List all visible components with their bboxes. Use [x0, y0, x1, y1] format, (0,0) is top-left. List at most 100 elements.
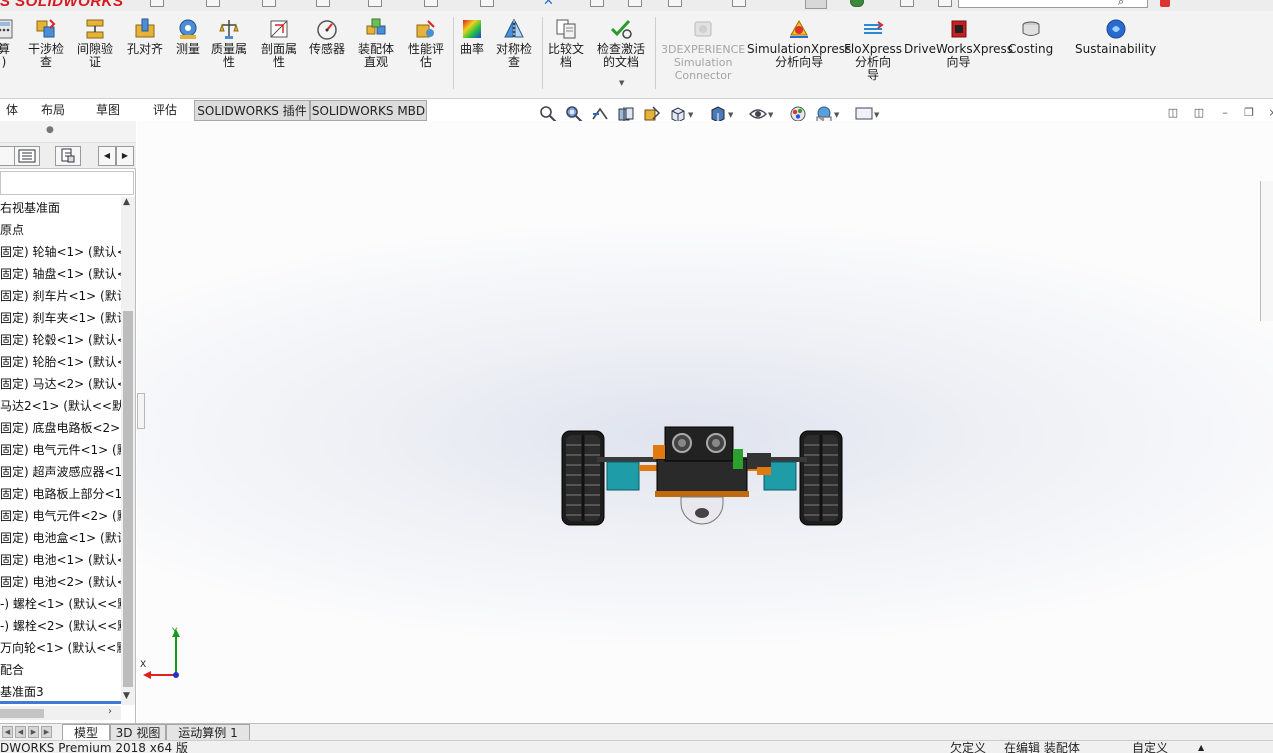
tree-item[interactable]: 万向轮<1> (默认<<默 [0, 637, 121, 659]
print-icon[interactable] [732, 0, 746, 7]
tree-item[interactable]: 右视基准面 [0, 197, 60, 219]
tree-item[interactable]: 固定) 电气元件<1> (默 [0, 439, 121, 461]
graphics-viewport[interactable]: Y X [137, 121, 1273, 723]
home-icon[interactable] [590, 0, 604, 7]
next-document-icon[interactable]: ◫ [1192, 106, 1206, 120]
simulationxpress-button[interactable]: SimulationXpress 分析向导 [747, 17, 851, 69]
tree-item[interactable]: 固定) 轮胎<1> (默认< [0, 351, 121, 373]
apply-scene-dropdown-icon[interactable]: ▼ [834, 111, 839, 119]
tree-filter-input[interactable] [0, 171, 134, 195]
menu-file-glyph[interactable] [150, 0, 164, 7]
units-custom[interactable]: 自定义 [1132, 741, 1168, 753]
clearance-verify-button[interactable]: 间隙验 证 [77, 17, 113, 69]
first-tab-icon[interactable]: ◀ [2, 726, 13, 738]
last-tab-icon[interactable]: ▶ [41, 726, 52, 738]
menu-window-glyph[interactable] [424, 0, 438, 7]
hole-align-button[interactable]: 孔对齐 [127, 17, 163, 56]
units-dropdown-icon[interactable]: ▲ [1198, 741, 1204, 753]
tree-item[interactable]: 基准面3 [0, 681, 44, 703]
open-icon[interactable] [668, 0, 682, 7]
floxpress-button[interactable]: FloXpress 分析向 导 [844, 17, 902, 82]
tree-item[interactable]: 固定) 轮轴<1> (默认< [0, 241, 121, 263]
sensor-button[interactable]: 传感器 [309, 17, 345, 56]
interference-check-button[interactable]: 干涉检 查 [28, 17, 64, 69]
tab-3d-view[interactable]: 3D 视图 [110, 724, 166, 741]
tree-vertical-scrollbar[interactable]: ▲ ▼ [121, 197, 135, 705]
tab-evaluate[interactable]: 评估 [140, 100, 190, 121]
menu-edit-glyph[interactable] [206, 0, 220, 7]
tree-item[interactable]: 固定) 电池盒<1> (默认 [0, 527, 121, 549]
performance-evaluation-button[interactable]: 性能评 估 [408, 17, 444, 69]
scroll-tabs-right-icon[interactable]: ▶ [116, 146, 134, 166]
rebuild-icon[interactable] [850, 0, 864, 7]
options-gear-icon[interactable] [900, 0, 914, 7]
tree-scroll-thumb[interactable] [123, 311, 133, 687]
panel-grip[interactable]: ● [0, 121, 136, 143]
tab-assembly[interactable]: 体 [0, 100, 24, 121]
tree-item[interactable]: 固定) 电气元件<2> (默 [0, 505, 121, 527]
assembly-visualization-button[interactable]: 装配体 直观 [358, 17, 394, 69]
tree-item[interactable]: 配合 [0, 659, 24, 681]
new-icon[interactable] [628, 0, 642, 7]
costing-button[interactable]: Costing [1008, 17, 1053, 56]
measure-button[interactable]: 测量 [176, 17, 200, 56]
exit-icon[interactable] [1160, 0, 1170, 7]
tree-item[interactable]: 原点 [0, 219, 24, 241]
sustainability-button[interactable]: Sustainability [1075, 17, 1156, 56]
symmetry-check-button[interactable]: 对称检 查 [496, 17, 532, 69]
mass-properties-button[interactable]: 质量属 性 [211, 17, 247, 69]
tree-item[interactable]: 固定) 超声波感应器<1 [0, 461, 121, 483]
task-pane-edge[interactable] [1260, 181, 1273, 321]
scroll-right-icon[interactable]: › [108, 706, 112, 717]
select-arrow-icon[interactable] [805, 0, 827, 9]
tree-item[interactable]: 固定) 刹车夹<1> (默认 [0, 307, 121, 329]
menu-help-glyph[interactable] [480, 0, 494, 7]
tree-item[interactable]: 固定) 轴盘<1> (默认< [0, 263, 121, 285]
minimize-icon[interactable]: – [1218, 106, 1232, 120]
configurationmanager-tab-icon[interactable] [55, 146, 81, 166]
previous-document-icon[interactable]: ◫ [1166, 106, 1180, 120]
search-type-icon[interactable] [938, 0, 952, 7]
tab-motion-study[interactable]: 运动算例 1 [166, 724, 250, 741]
tree-rollback-bar[interactable] [0, 701, 121, 704]
tree-item[interactable]: 固定) 马达<2> (默认< [0, 373, 121, 395]
display-style-dropdown-icon[interactable]: ▼ [728, 111, 733, 119]
curvature-button[interactable]: 曲率 [460, 17, 484, 56]
tree-item[interactable]: -) 螺栓<1> (默认<<默 [0, 593, 121, 615]
tree-item[interactable]: 马达2<1> (默认<<默认 [0, 395, 121, 417]
tab-solidworks-mbd[interactable]: SOLIDWORKS MBD [310, 100, 427, 121]
pin-icon[interactable]: ✕ [543, 0, 554, 9]
tree-hscroll-thumb[interactable] [0, 709, 44, 718]
tab-sketch[interactable]: 草图 [84, 100, 132, 121]
tree-item[interactable]: 固定) 底盘电路板<2> [0, 417, 120, 439]
close-doc-icon[interactable]: × [1266, 106, 1273, 120]
robot-car-model[interactable] [557, 401, 847, 531]
calculate-button[interactable]: 算 ) [0, 17, 16, 69]
tree-item[interactable]: -) 螺栓<2> (默认<<默 [0, 615, 121, 637]
tree-item[interactable]: 固定) 电池<2> (默认< [0, 571, 121, 593]
menu-tools-glyph[interactable] [368, 0, 382, 7]
restore-icon[interactable]: ❐ [1242, 106, 1256, 120]
tab-model[interactable]: 模型 [62, 724, 110, 741]
check-active-document-button[interactable]: 检查激活 的文档 [597, 17, 645, 69]
3dexperience-connector-button[interactable]: 3DEXPERIENCE Simulation Connector [661, 17, 745, 82]
scroll-tabs-left-icon[interactable]: ◀ [98, 146, 116, 166]
driveworksxpress-button[interactable]: DriveWorksXpress 向导 [904, 17, 1013, 69]
tree-item[interactable]: 固定) 轮毂<1> (默认< [0, 329, 121, 351]
tree-item[interactable]: 固定) 电池<1> (默认< [0, 549, 121, 571]
propertymanager-tab-icon[interactable] [14, 146, 40, 166]
scroll-up-icon[interactable]: ▲ [123, 197, 130, 207]
compare-documents-button[interactable]: 比较文 档 [548, 17, 584, 69]
prev-tab-icon[interactable]: ◀ [15, 726, 26, 738]
hide-show-dropdown-icon[interactable]: ▼ [768, 111, 773, 119]
search-icon[interactable]: ⌕ [1118, 0, 1124, 9]
tab-solidworks-addins[interactable]: SOLIDWORKS 插件 [194, 100, 310, 121]
tab-layout[interactable]: 布局 [30, 100, 76, 121]
menu-view-glyph[interactable] [262, 0, 276, 7]
check-dropdown-icon[interactable]: ▼ [619, 79, 624, 87]
next-tab-icon[interactable]: ▶ [28, 726, 39, 738]
view-orientation-dropdown-icon[interactable]: ▼ [688, 111, 693, 119]
tree-item[interactable]: 固定) 刹车片<1> (默认 [0, 285, 121, 307]
panel-collapse-handle[interactable] [137, 393, 145, 429]
tree-item[interactable]: 固定) 电路板上部分<1 [0, 483, 121, 505]
